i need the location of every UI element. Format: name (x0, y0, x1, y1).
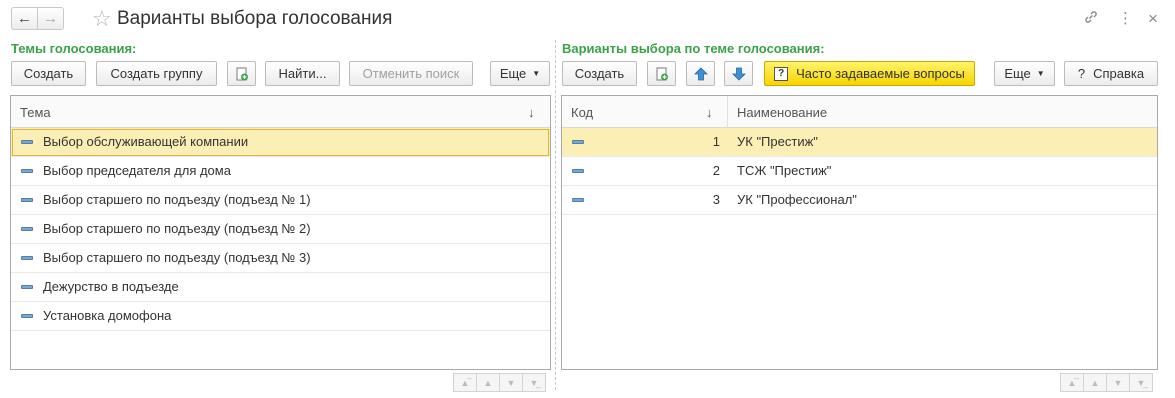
pager-last-icon[interactable]: ▼̲ (522, 373, 546, 392)
code-cell: 1 (712, 134, 720, 149)
move-down-icon (731, 67, 746, 81)
forward-arrow-icon: → (43, 10, 58, 27)
options-table-header: Код ↓ Наименование (562, 96, 1157, 128)
panel-divider[interactable] (555, 40, 556, 390)
right-pager: ▲̅ ▲ ▼ ▼̲ (1060, 373, 1153, 392)
back-arrow-icon: ← (17, 10, 32, 27)
themes-table-header: Тема ↓ (11, 96, 550, 128)
favorite-star-icon[interactable]: ☆ (92, 6, 112, 32)
forward-button[interactable]: → (37, 7, 64, 30)
title-bar: ← → ☆ Варианты выбора голосования ⋮ × (0, 0, 1175, 38)
item-icon (21, 285, 33, 289)
options-table: Код ↓ Наименование 1 УК "Престиж" 2 ТСЖ … (561, 95, 1158, 370)
item-icon (21, 140, 33, 144)
row-text: Выбор старшего по подъезду (подъезд № 1) (43, 192, 311, 207)
themes-label: Темы голосования: (11, 41, 137, 56)
move-down-button[interactable] (724, 61, 753, 86)
table-row[interactable]: Дежурство в подъезде (11, 273, 550, 302)
copy-icon (656, 67, 668, 80)
themes-table: Тема ↓ Выбор обслуживающей компании Выбо… (10, 95, 551, 370)
pager-up-icon[interactable]: ▲ (476, 373, 500, 392)
item-icon (572, 169, 584, 173)
table-row[interactable]: Выбор старшего по подъезду (подъезд № 1) (11, 186, 550, 215)
sort-indicator-icon: ↓ (528, 105, 535, 120)
theme-column-header[interactable]: Тема (20, 105, 51, 120)
create-group-button[interactable]: Создать группу (96, 61, 217, 86)
left-pager: ▲̅ ▲ ▼ ▼̲ (453, 373, 546, 392)
pager-first-icon[interactable]: ▲̅ (453, 373, 477, 392)
question-icon: ? (774, 66, 789, 81)
table-row[interactable]: 3 УК "Профессионал" (562, 186, 1157, 215)
link-icon[interactable] (1083, 9, 1099, 29)
item-icon (572, 198, 584, 202)
code-cell: 2 (712, 163, 720, 178)
right-more-label: Еще (1004, 66, 1031, 81)
row-text: Выбор старшего по подъезду (подъезд № 2) (43, 221, 311, 236)
left-more-button[interactable]: Еще ▼ (490, 61, 550, 86)
move-up-icon (693, 66, 708, 80)
right-create-button[interactable]: Создать (562, 61, 637, 86)
table-row[interactable]: 1 УК "Престиж" (562, 128, 1157, 157)
table-row[interactable]: Выбор старшего по подъезду (подъезд № 2) (11, 215, 550, 244)
pager-down-icon[interactable]: ▼ (499, 373, 523, 392)
help-question-icon: ? (1077, 66, 1086, 81)
table-row[interactable]: Выбор старшего по подъезду (подъезд № 3) (11, 244, 550, 273)
row-text: Установка домофона (43, 308, 172, 323)
item-icon (572, 140, 584, 144)
left-more-label: Еще (499, 66, 527, 81)
pager-last-icon[interactable]: ▼̲ (1129, 373, 1153, 392)
cancel-search-button[interactable]: Отменить поиск (349, 61, 473, 86)
more-vertical-icon[interactable]: ⋮ (1118, 9, 1133, 27)
row-text: Выбор обслуживающей компании (43, 134, 249, 149)
pager-first-icon[interactable]: ▲̅ (1060, 373, 1084, 392)
faq-label: Часто задаваемые вопросы (796, 66, 965, 81)
sort-indicator-icon: ↓ (706, 105, 713, 120)
code-cell: 3 (712, 192, 720, 207)
chevron-down-icon: ▼ (1036, 69, 1045, 78)
left-copy-button[interactable] (227, 61, 256, 86)
code-column-header[interactable]: Код (571, 105, 593, 120)
item-icon (21, 314, 33, 318)
help-label: Справка (1093, 66, 1145, 81)
window-title: Варианты выбора голосования (117, 8, 393, 29)
move-up-button[interactable] (686, 61, 715, 86)
faq-button[interactable]: ? Часто задаваемые вопросы (764, 61, 975, 86)
pager-up-icon[interactable]: ▲ (1083, 373, 1107, 392)
name-column-header[interactable]: Наименование (737, 105, 827, 120)
table-row[interactable]: 2 ТСЖ "Престиж" (562, 157, 1157, 186)
table-row[interactable]: Выбор председателя для дома (11, 157, 550, 186)
name-cell: ТСЖ "Престиж" (737, 163, 832, 178)
find-button[interactable]: Найти... (265, 61, 340, 86)
chevron-down-icon: ▼ (532, 69, 541, 78)
name-cell: УК "Престиж" (737, 134, 818, 149)
name-cell: УК "Профессионал" (737, 192, 857, 207)
table-row[interactable]: Выбор обслуживающей компании (11, 128, 550, 157)
options-label: Варианты выбора по теме голосования: (562, 41, 825, 56)
item-icon (21, 169, 33, 173)
copy-icon (236, 67, 248, 80)
help-button[interactable]: ? Справка (1064, 61, 1158, 86)
back-button[interactable]: ← (11, 7, 38, 30)
column-divider[interactable] (727, 96, 728, 128)
item-icon (21, 256, 33, 260)
left-create-button[interactable]: Создать (11, 61, 86, 86)
item-icon (21, 198, 33, 202)
pager-down-icon[interactable]: ▼ (1106, 373, 1130, 392)
table-row[interactable]: Установка домофона (11, 302, 550, 331)
close-icon[interactable]: × (1148, 9, 1158, 29)
row-text: Дежурство в подъезде (43, 279, 179, 294)
row-text: Выбор старшего по подъезду (подъезд № 3) (43, 250, 311, 265)
right-copy-button[interactable] (647, 61, 676, 86)
row-text: Выбор председателя для дома (43, 163, 231, 178)
item-icon (21, 227, 33, 231)
right-more-button[interactable]: Еще ▼ (994, 61, 1055, 86)
